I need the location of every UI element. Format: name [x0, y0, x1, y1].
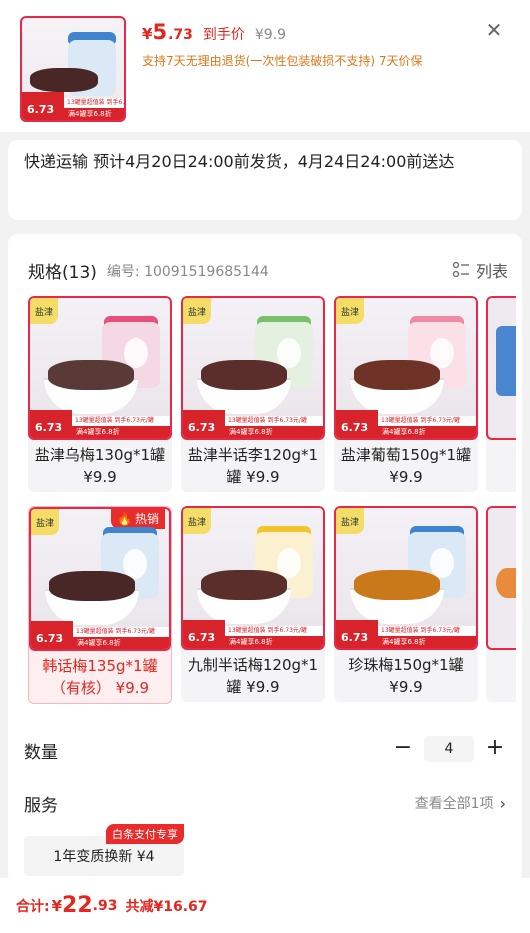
variant-card-wumei[interactable]: 盐津 6.73 13罐量超值装 到手6.73元/罐 满4罐享6.8折 盐津乌梅1… — [28, 296, 172, 492]
variant-price-tag: 6.73 13罐量超值装 到手6.73元/罐 满4罐享6.8折 — [336, 620, 476, 648]
price-integer: 5 — [152, 20, 168, 44]
quantity-label: 数量 — [24, 742, 58, 763]
fruit-pile — [49, 571, 135, 601]
jar-label-shape — [277, 338, 301, 368]
variant-image: 盐津 6.73 13罐量超值装 到手6.73元/罐 满4罐享6.8折 — [181, 506, 325, 650]
spec-panel: 规格(13) 编号: 10091519685144 列表 盐津 6.73 13罐… — [8, 234, 522, 884]
variant-image: 盐津 🔥 热销 6.73 13罐量超值装 到手6.73元/罐 满4罐享6.8折 — [29, 507, 171, 651]
price-currency: ¥ — [142, 25, 153, 43]
return-policy-note: 支持7天无理由退货(一次性包装破损不支持) 7天价保 — [142, 54, 423, 68]
flame-icon: 🔥 — [117, 512, 132, 526]
variant-card-banhuali[interactable]: 盐津 6.73 13罐量超值装 到手6.73元/罐 满4罐享6.8折 盐津半话李… — [181, 296, 325, 492]
service-option-chip[interactable]: 1年变质换新 ¥4 白条支付专享 — [24, 824, 184, 876]
brand-logo-icon: 盐津 — [183, 508, 211, 534]
variant-image — [486, 296, 516, 440]
brand-logo-icon: 盐津 — [183, 298, 211, 324]
price-label: 到手价 — [202, 27, 245, 43]
service-label: 服务 — [24, 795, 58, 816]
variant-name: 盐津半话李120g*1罐 ¥9.9 — [187, 446, 319, 486]
product-code: 编号: 10091519685144 — [106, 263, 269, 280]
variant-card-peek[interactable]: 盐 — [486, 296, 516, 492]
variant-card-jiuzhi[interactable]: 盐津 6.73 13罐量超值装 到手6.73元/罐 满4罐享6.8折 九制半话梅… — [181, 506, 325, 702]
quantity-stepper[interactable]: − + — [392, 736, 506, 762]
chevron-right-icon: › — [499, 793, 506, 813]
fruit-pile — [354, 360, 440, 390]
thumb-price-tag: 6.73 13罐量超值装 到手6.73元/罐 满4罐享6.8折 — [22, 92, 124, 120]
quantity-row: 数量 − + — [24, 736, 506, 764]
baitiao-badge: 白条支付专享 — [106, 824, 184, 844]
variant-card-putao[interactable]: 盐津 6.73 13罐量超值装 到手6.73元/罐 满4罐享6.8折 盐津葡萄1… — [334, 296, 478, 492]
discount-text: 共减¥16.67 — [125, 898, 208, 915]
variant-price-tag: 6.73 13罐量超值装 到手6.73元/罐 满4罐享6.8折 — [183, 410, 323, 438]
variant-name: 盐津葡萄150g*1罐 ¥9.9 — [340, 446, 472, 486]
decrease-button[interactable]: − — [392, 737, 414, 761]
product-thumbnail: 6.73 13罐量超值装 到手6.73元/罐 满4罐享6.8折 — [20, 16, 126, 122]
product-header: 6.73 13罐量超值装 到手6.73元/罐 满4罐享6.8折 ¥5 .73 到… — [0, 0, 530, 132]
variant-name: 九制半话梅120g*1罐 ¥9.9 — [187, 656, 319, 696]
total-integer: 22 — [62, 893, 93, 918]
brand-logo-icon: 盐津 — [30, 298, 58, 324]
view-all-services-link[interactable]: 查看全部1项 › — [415, 793, 506, 813]
quantity-input[interactable] — [424, 736, 474, 762]
variant-image — [486, 506, 516, 650]
variant-image: 盐津 6.73 13罐量超值装 到手6.73元/罐 满4罐享6.8折 — [181, 296, 325, 440]
brand-logo-icon: 盐津 — [336, 508, 364, 534]
fruit-pile — [48, 360, 134, 390]
original-price: ¥9.9 — [254, 27, 287, 43]
fruit-pile — [201, 360, 287, 390]
variant-name: 韩话梅135g*1罐（有核） ¥9.9 — [42, 657, 158, 697]
hot-sale-badge: 🔥 热销 — [111, 509, 165, 529]
fruit-pile — [496, 568, 516, 598]
spec-title: 规格(13) — [28, 263, 97, 283]
jar-label-shape — [430, 548, 454, 578]
variant-image: 盐津 6.73 13罐量超值装 到手6.73元/罐 满4罐享6.8折 — [334, 506, 478, 650]
total-label: 合计: — [16, 898, 50, 915]
shipping-info: 快递运输 预计4月20日24:00前发货，4月24日24:00前送达 — [8, 140, 522, 220]
variant-image: 盐津 6.73 13罐量超值装 到手6.73元/罐 满4罐享6.8折 — [334, 296, 478, 440]
variant-card-hanhuamei[interactable]: 盐津 🔥 热销 6.73 13罐量超值装 到手6.73元/罐 满4罐享6.8折 … — [28, 506, 172, 704]
variant-name: 盐津乌梅130g*1罐 ¥9.9 — [34, 446, 166, 486]
jar-shape — [496, 326, 516, 396]
plum-pile — [30, 68, 98, 92]
fruit-pile — [201, 570, 287, 600]
spec-header: 规格(13) 编号: 10091519685144 列表 — [28, 258, 508, 283]
fruit-pile — [354, 570, 440, 600]
close-icon[interactable]: ✕ — [483, 20, 505, 42]
price-decimal: .73 — [168, 27, 193, 43]
jar-label-shape — [124, 338, 148, 368]
variant-price-tag: 6.73 13罐量超值装 到手6.73元/罐 满4罐享6.8折 — [336, 410, 476, 438]
shipping-text: 快递运输 预计4月20日24:00前发货，4月24日24:00前送达 — [24, 152, 455, 171]
jar-label-shape — [277, 548, 301, 578]
price-line: ¥5 .73 到手价 ¥9.9 — [142, 20, 286, 44]
variant-price-tag: 6.73 13罐量超值装 到手6.73元/罐 满4罐享6.8折 — [31, 621, 169, 649]
variant-price-tag: 6.73 13罐量超值装 到手6.73元/罐 满4罐享6.8折 — [183, 620, 323, 648]
variant-name: 珍珠梅150g*1罐 ¥9.9 — [348, 656, 464, 696]
increase-button[interactable]: + — [484, 737, 506, 761]
jar-label-shape — [430, 338, 454, 368]
total-decimal: .93 — [92, 897, 118, 914]
total-footer: 合计: ¥ 22 .93 共减¥16.67 — [0, 878, 530, 933]
variant-price-tag: 6.73 13罐量超值装 到手6.73元/罐 满4罐享6.8折 — [30, 410, 170, 438]
brand-logo-icon: 盐津 — [31, 509, 59, 535]
service-row: 服务 查看全部1项 › — [24, 789, 506, 817]
variant-card-zhenzhumei[interactable]: 盐津 6.73 13罐量超值装 到手6.73元/罐 满4罐享6.8折 珍珠梅15… — [334, 506, 478, 702]
list-label: 列表 — [475, 262, 508, 281]
brand-logo-icon: 盐津 — [336, 298, 364, 324]
service-option-label: 1年变质换新 ¥4 — [53, 849, 155, 865]
variant-image: 盐津 6.73 13罐量超值装 到手6.73元/罐 满4罐享6.8折 — [28, 296, 172, 440]
grid-list-icon — [452, 261, 469, 278]
list-view-toggle[interactable]: 列表 — [452, 258, 508, 282]
variant-card-peek[interactable] — [486, 506, 516, 702]
total-currency: ¥ — [51, 896, 63, 915]
